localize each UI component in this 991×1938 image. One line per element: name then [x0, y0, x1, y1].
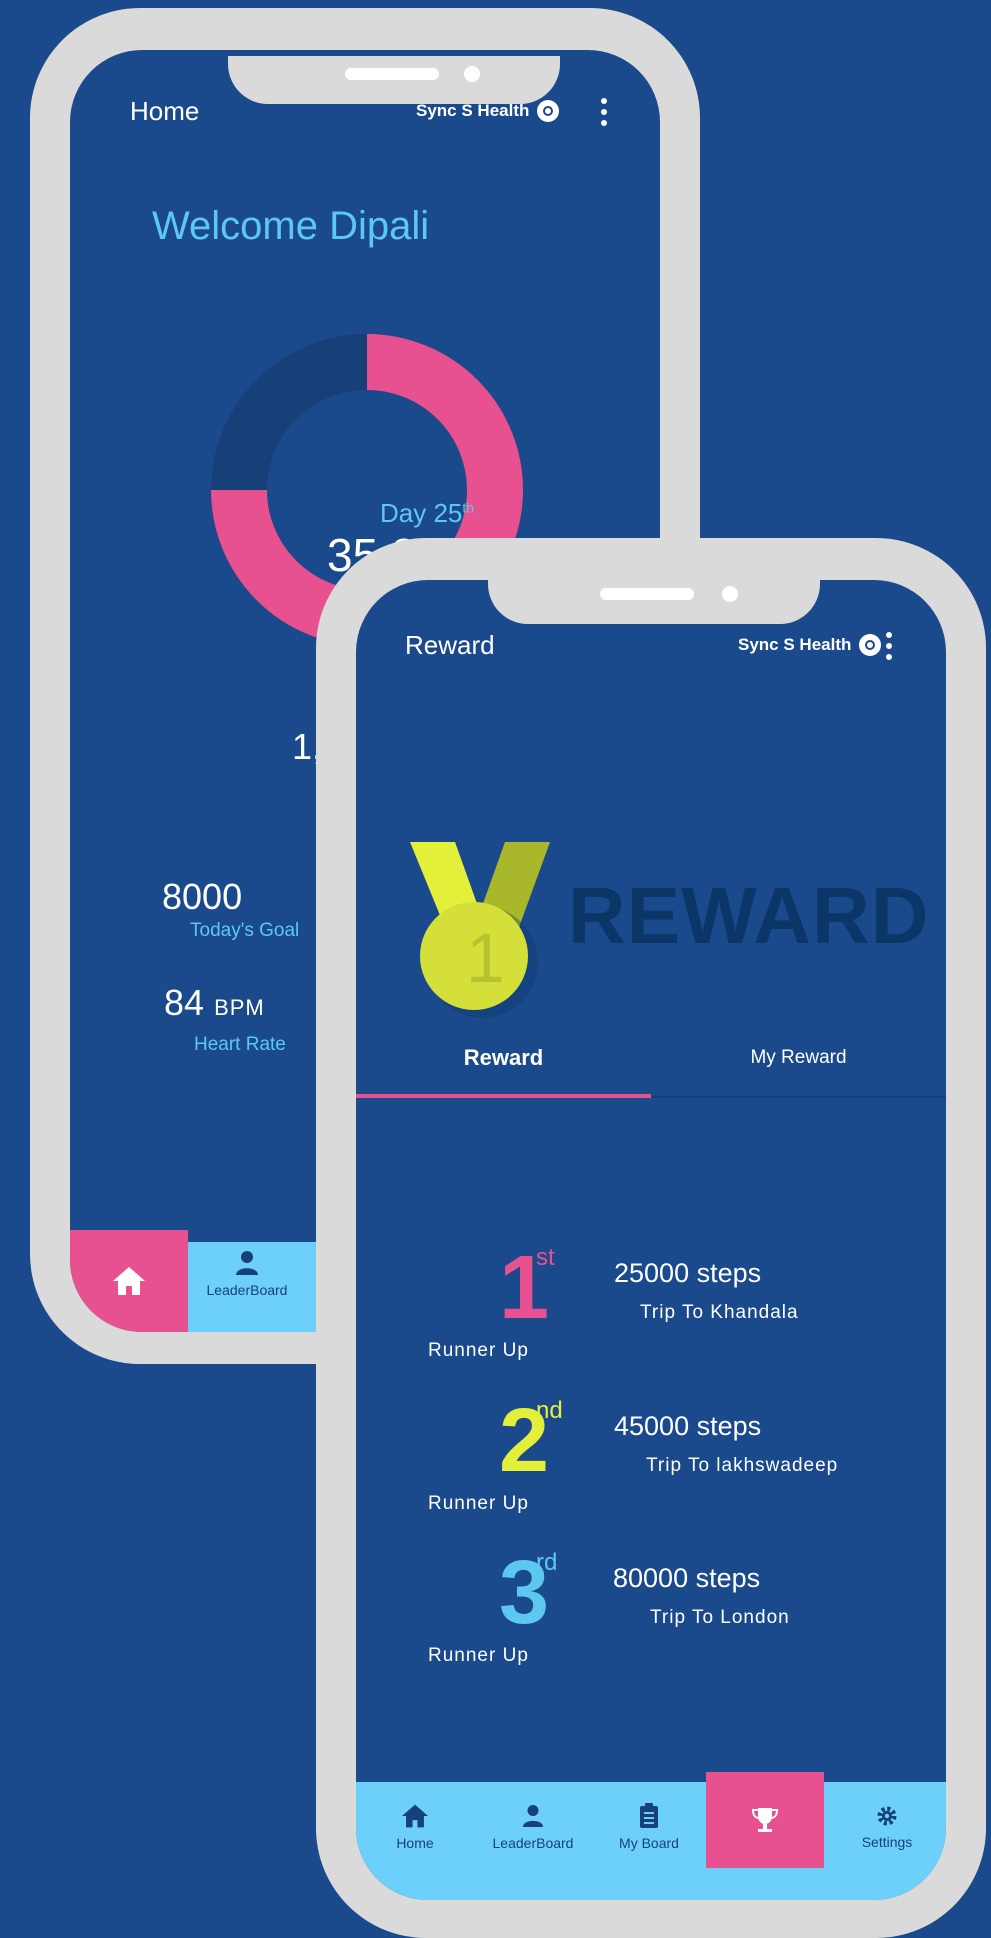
tab-reward-label: Reward	[463, 1045, 544, 1070]
sync-label: Sync S Health	[416, 101, 530, 120]
page-title: Reward	[405, 630, 495, 660]
nav-leaderboard[interactable]: LeaderBoard	[474, 1782, 592, 1872]
rank-label: Runner Up	[428, 1493, 529, 1514]
rank-steps: 80000 steps	[613, 1563, 761, 1593]
rank-suffix: rd	[536, 1549, 558, 1576]
day-label: Day 25th	[380, 498, 475, 528]
rank-trip: Trip To London	[650, 1607, 790, 1628]
rank-number: 1	[498, 1238, 550, 1338]
rank-item-2[interactable]: 2 nd Runner Up 45000 steps Trip To lakhs…	[356, 1391, 946, 1531]
nav-my-board[interactable]: My Board	[590, 1782, 708, 1872]
more-menu-icon[interactable]	[601, 98, 609, 126]
nav-leaderboard-label: LeaderBoard	[492, 1835, 574, 1851]
user-icon	[236, 1251, 258, 1275]
tab-my-reward[interactable]: My Reward	[651, 1020, 946, 1096]
rank-suffix: nd	[536, 1397, 563, 1424]
trophy-icon	[751, 1808, 779, 1832]
sync-icon	[859, 634, 882, 656]
welcome-message: Welcome Dipali	[152, 204, 430, 248]
active-tab-indicator	[356, 1094, 651, 1098]
phone-notch	[488, 576, 820, 624]
medal-number: 1	[466, 919, 505, 997]
nav-leaderboard-label: LeaderBoard	[206, 1282, 288, 1298]
home-icon	[402, 1804, 428, 1828]
phone-notch	[228, 56, 560, 104]
page-title: Home	[130, 96, 200, 126]
tab-reward[interactable]: Reward	[356, 1020, 651, 1098]
rank-suffix: st	[536, 1244, 555, 1271]
sync-label: Sync S Health	[738, 635, 852, 654]
more-menu-icon[interactable]	[886, 632, 894, 660]
home-icon	[113, 1267, 145, 1295]
tab-my-reward-label: My Reward	[750, 1047, 847, 1068]
goal-value: 8000	[162, 876, 243, 917]
nav-settings-label: Settings	[861, 1834, 913, 1850]
rank-item-3[interactable]: 3 rd Runner Up 80000 steps Trip To Londo…	[356, 1543, 946, 1683]
nav-home-active[interactable]	[70, 1230, 188, 1332]
reward-tabs: Reward My Reward	[356, 1020, 946, 1098]
nav-home-label: Home	[396, 1835, 434, 1851]
nav-reward-active[interactable]	[706, 1772, 824, 1868]
reward-phone-frame: Reward Sync S Health 1 REWARD Reward My …	[316, 538, 986, 1938]
nav-home[interactable]: Home	[356, 1782, 474, 1872]
rank-trip: Trip To Khandala	[640, 1302, 799, 1323]
reward-screen: Reward Sync S Health 1 REWARD Reward My …	[356, 580, 946, 1900]
rank-item-1[interactable]: 1 st Runner Up 25000 steps Trip To Khand…	[356, 1238, 946, 1378]
rank-label: Runner Up	[428, 1340, 529, 1361]
rank-number: 3	[498, 1543, 550, 1643]
user-icon	[522, 1805, 544, 1827]
rank-trip: Trip To lakhswadeep	[646, 1455, 839, 1476]
reward-banner: REWARD	[568, 871, 930, 960]
rank-label: Runner Up	[428, 1645, 529, 1666]
nav-my-board-label: My Board	[619, 1835, 679, 1851]
nav-settings[interactable]: Settings	[828, 1782, 946, 1872]
reward-bottom-nav: Home LeaderBoard My Board Settings	[356, 1772, 946, 1900]
goal-label: Today's Goal	[190, 920, 300, 941]
rank-steps: 25000 steps	[614, 1258, 762, 1288]
heart-rate-label: Heart Rate	[194, 1034, 286, 1055]
heart-rate-value: 84 BPM	[164, 982, 265, 1023]
medal-icon: 1	[410, 842, 550, 1018]
sync-icon	[537, 100, 560, 122]
clipboard-icon	[640, 1803, 658, 1828]
sync-s-health-button[interactable]: Sync S Health	[738, 634, 882, 656]
rank-steps: 45000 steps	[614, 1411, 762, 1441]
gear-icon	[877, 1806, 897, 1826]
